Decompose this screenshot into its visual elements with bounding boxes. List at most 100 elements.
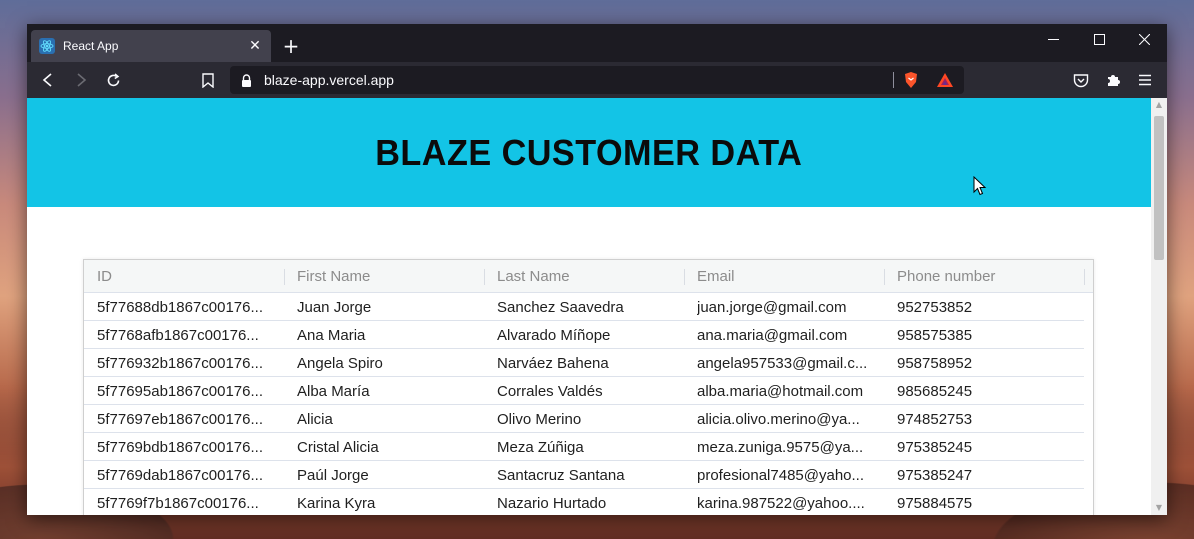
menu-icon: [1139, 74, 1151, 86]
cell-phone: 952753852: [897, 299, 973, 316]
bookmark-button[interactable]: [198, 70, 218, 90]
cell-first-name: Paúl Jorge: [297, 467, 369, 484]
pocket-icon: [1073, 73, 1089, 87]
cell-last-name: Santacruz Santana: [497, 467, 625, 484]
forward-button[interactable]: [71, 70, 91, 90]
reload-button[interactable]: [103, 70, 123, 90]
cell-email: ana.maria@gmail.com: [697, 327, 848, 344]
cell-email: alicia.olivo.merino@ya...: [697, 411, 860, 428]
table-row[interactable]: 5f7769dab1867c00176... Paúl Jorge Santac…: [84, 461, 1084, 489]
column-resize-handle[interactable]: [684, 269, 685, 285]
scroll-down-icon[interactable]: ▼: [1151, 501, 1167, 515]
cell-first-name: Cristal Alicia: [297, 439, 379, 456]
cell-first-name: Alicia: [297, 411, 333, 428]
url-divider: [893, 72, 894, 88]
cell-email: karina.987522@yahoo....: [697, 495, 865, 512]
url-bar[interactable]: blaze-app.vercel.app: [230, 66, 964, 94]
tab-title: React App: [63, 39, 119, 53]
minimize-button[interactable]: [1030, 24, 1076, 54]
cell-last-name: Narváez Bahena: [497, 355, 609, 372]
page-scrollbar[interactable]: ▲ ▼: [1151, 98, 1167, 515]
cell-phone: 958575385: [897, 327, 973, 344]
close-icon: [1138, 33, 1150, 45]
cell-email: profesional7485@yaho...: [697, 467, 865, 484]
tab-strip: React App ✕ +: [27, 24, 1167, 62]
cell-phone: 958758952: [897, 355, 973, 372]
menu-button[interactable]: [1135, 70, 1155, 90]
cell-id: 5f77695ab1867c00176...: [97, 383, 263, 400]
cell-id: 5f7769f7b1867c00176...: [97, 495, 259, 512]
mouse-cursor-icon: [973, 176, 987, 196]
column-header-phone-number[interactable]: Phone number: [897, 260, 995, 293]
cell-last-name: Nazario Hurtado: [497, 495, 607, 512]
table-header: ID First Name Last Name Email Phone numb…: [84, 260, 1093, 293]
pocket-button[interactable]: [1071, 70, 1091, 90]
column-header-first-name[interactable]: First Name: [297, 260, 370, 293]
cell-first-name: Juan Jorge: [297, 299, 372, 316]
cell-last-name: Corrales Valdés: [497, 383, 603, 400]
cell-last-name: Olivo Merino: [497, 411, 582, 428]
cell-phone: 975385245: [897, 439, 973, 456]
tab-close-icon[interactable]: ✕: [247, 38, 263, 54]
column-header-email[interactable]: Email: [697, 260, 735, 293]
cell-last-name: Meza Zúñiga: [497, 439, 584, 456]
cell-email: meza.zuniga.9575@ya...: [697, 439, 864, 456]
cell-id: 5f7768afb1867c00176...: [97, 327, 259, 344]
back-button[interactable]: [38, 70, 58, 90]
column-resize-handle[interactable]: [884, 269, 885, 285]
table-row[interactable]: 5f77695ab1867c00176... Alba María Corral…: [84, 377, 1084, 405]
cell-phone: 974852753: [897, 411, 973, 428]
bat-rewards-icon[interactable]: [936, 72, 954, 92]
cell-id: 5f77688db1867c00176...: [97, 299, 263, 316]
cell-id: 5f776932b1867c00176...: [97, 355, 263, 372]
column-resize-handle[interactable]: [484, 269, 485, 285]
navigation-bar: blaze-app.vercel.app: [27, 62, 1167, 98]
cell-first-name: Karina Kyra: [297, 495, 376, 512]
page-title: BLAZE CUSTOMER DATA: [375, 131, 803, 173]
close-window-button[interactable]: [1121, 24, 1167, 54]
cell-id: 5f77697eb1867c00176...: [97, 411, 263, 428]
table-row[interactable]: 5f7769f7b1867c00176... Karina Kyra Nazar…: [84, 489, 1084, 515]
table-row[interactable]: 5f776932b1867c00176... Angela Spiro Narv…: [84, 349, 1084, 377]
cell-email: alba.maria@hotmail.com: [697, 383, 864, 400]
column-resize-handle[interactable]: [284, 269, 285, 285]
tab-react-app[interactable]: React App ✕: [31, 30, 271, 62]
extensions-icon: [1108, 75, 1120, 86]
table-row[interactable]: 5f7768afb1867c00176... Ana Maria Alvarad…: [84, 321, 1084, 349]
column-header-id[interactable]: ID: [97, 260, 112, 293]
minimize-icon: [1047, 38, 1059, 40]
reload-icon: [107, 72, 119, 86]
cell-id: 5f7769dab1867c00176...: [97, 467, 263, 484]
brave-shield-icon[interactable]: [903, 71, 919, 93]
url-text[interactable]: blaze-app.vercel.app: [264, 72, 394, 88]
cell-first-name: Angela Spiro: [297, 355, 383, 372]
bookmark-icon: [202, 72, 214, 88]
cell-last-name: Sanchez Saavedra: [497, 299, 624, 316]
cell-email: angela957533@gmail.c...: [697, 355, 868, 372]
cell-email: juan.jorge@gmail.com: [697, 299, 847, 316]
lock-icon: [241, 73, 252, 92]
cell-first-name: Ana Maria: [297, 327, 366, 344]
cell-id: 5f7769bdb1867c00176...: [97, 439, 263, 456]
table-row[interactable]: 5f77688db1867c00176... Juan Jorge Sanche…: [84, 293, 1084, 321]
customer-data-table: ID First Name Last Name Email Phone numb…: [83, 259, 1094, 515]
column-header-last-name[interactable]: Last Name: [497, 260, 570, 293]
column-resize-handle[interactable]: [1084, 269, 1085, 285]
cell-first-name: Alba María: [297, 383, 370, 400]
maximize-icon: [1093, 33, 1105, 45]
cell-last-name: Alvarado Míñope: [497, 327, 611, 344]
maximize-button[interactable]: [1076, 24, 1122, 54]
browser-window: React App ✕ + blaze-app.vercel.app BLAZE…: [27, 24, 1167, 515]
back-icon: [42, 73, 52, 87]
page-viewport: BLAZE CUSTOMER DATA ID First Name Last N…: [27, 98, 1151, 515]
scrollbar-thumb[interactable]: [1154, 116, 1164, 260]
new-tab-button[interactable]: +: [281, 36, 301, 56]
cell-phone: 975884575: [897, 495, 973, 512]
cell-phone: 985685245: [897, 383, 973, 400]
react-favicon-icon: [39, 38, 55, 54]
cell-phone: 975385247: [897, 467, 973, 484]
table-row[interactable]: 5f7769bdb1867c00176... Cristal Alicia Me…: [84, 433, 1084, 461]
scroll-up-icon[interactable]: ▲: [1151, 98, 1167, 112]
table-row[interactable]: 5f77697eb1867c00176... Alicia Olivo Meri…: [84, 405, 1084, 433]
extensions-button[interactable]: [1103, 70, 1123, 90]
